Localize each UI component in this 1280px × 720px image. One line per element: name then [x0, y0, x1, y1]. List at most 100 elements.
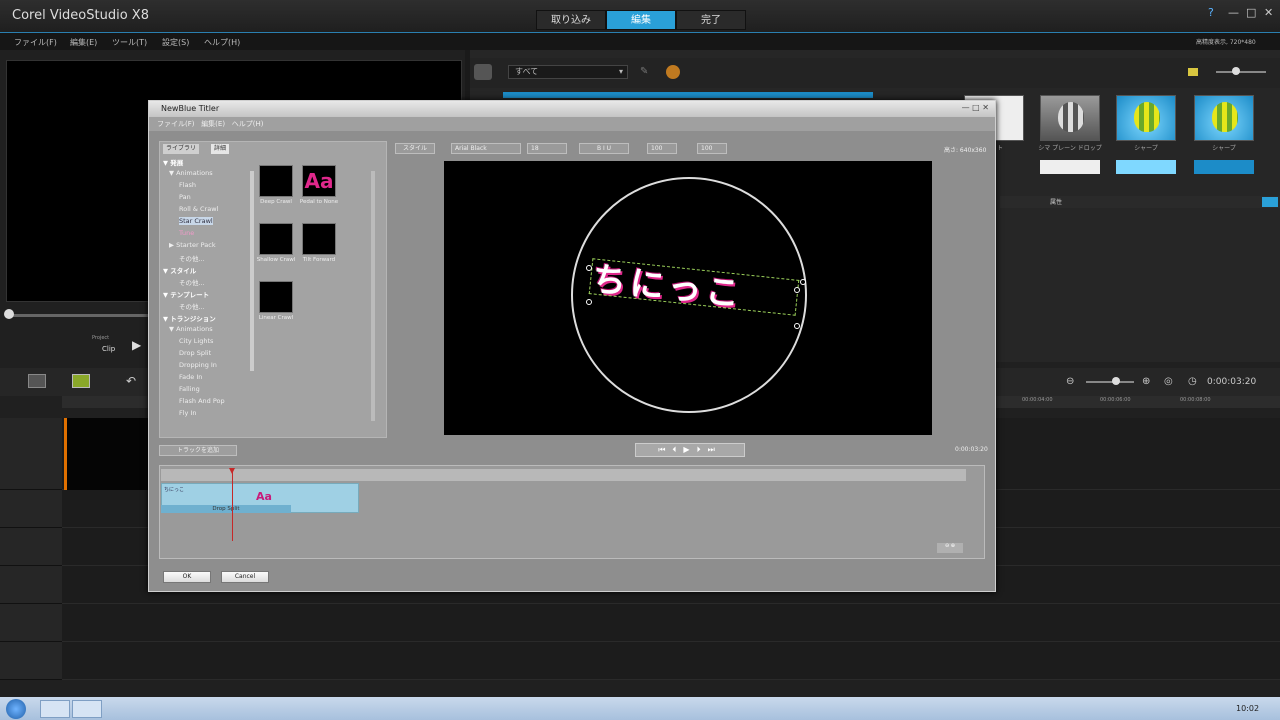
- dialog-menu-edit[interactable]: 編集(E): [201, 120, 225, 128]
- resize-handle[interactable]: [794, 323, 800, 329]
- rotate-handle[interactable]: [800, 279, 806, 285]
- tree-item[interactable]: Tune: [179, 229, 194, 237]
- title-canvas[interactable]: ちにっこ: [444, 161, 932, 435]
- font-size-select[interactable]: 18: [527, 143, 567, 154]
- attribute-label[interactable]: 属性: [1050, 197, 1062, 206]
- tree-item[interactable]: ▶ Starter Pack: [169, 241, 216, 249]
- minimize-icon[interactable]: —: [1228, 6, 1239, 19]
- dialog-zoom-controls[interactable]: ⊖ ⊕: [937, 543, 963, 553]
- animation-thumb-pedal-to-none[interactable]: Aa: [302, 165, 336, 197]
- play-icon[interactable]: ▶: [132, 338, 141, 352]
- thumbnail-scrollbar[interactable]: [371, 171, 375, 421]
- maximize-icon[interactable]: □: [1246, 6, 1256, 19]
- library-thumb-3[interactable]: [1116, 95, 1176, 141]
- menu-help[interactable]: ヘルプ(H): [204, 37, 240, 48]
- tree-item[interactable]: Falling: [179, 385, 200, 393]
- dialog-menu-help[interactable]: ヘルプ(H): [232, 120, 264, 128]
- music-track[interactable]: [62, 604, 1280, 642]
- tree-item[interactable]: Fade In: [179, 373, 202, 381]
- media-library-icon[interactable]: [474, 64, 492, 80]
- fit-project-icon[interactable]: ◎: [1164, 376, 1173, 387]
- library-thumb-2[interactable]: [1040, 95, 1100, 141]
- dialog-menu-file[interactable]: ファイル(F): [157, 120, 195, 128]
- menu-tools[interactable]: ツール(T): [112, 37, 147, 48]
- music-track-header[interactable]: [0, 604, 62, 642]
- undo-icon[interactable]: ↶: [126, 374, 136, 388]
- text-format-buttons[interactable]: B I U: [579, 143, 629, 154]
- close-icon[interactable]: ✕: [1264, 6, 1273, 19]
- tree-item[interactable]: Dropping In: [179, 361, 217, 369]
- menu-edit[interactable]: 編集(E): [70, 37, 97, 48]
- tree-item[interactable]: ▼ トランジション: [163, 313, 216, 323]
- playback-controls[interactable]: ⏮⏴▶⏵⏭: [635, 443, 745, 457]
- dialog-window-controls[interactable]: — □ ✕: [962, 103, 989, 112]
- font-select[interactable]: Arial Black: [451, 143, 521, 154]
- zoom-in-icon[interactable]: ⊕: [1142, 376, 1150, 387]
- tree-item[interactable]: ▼ テンプレート: [163, 289, 209, 299]
- get-more-icon[interactable]: [666, 65, 680, 79]
- clip-mode-label[interactable]: Clip: [102, 345, 115, 353]
- project-mode-label[interactable]: Project: [92, 335, 109, 341]
- taskbar-item-titler[interactable]: [72, 700, 102, 718]
- tree-item[interactable]: その他...: [179, 301, 205, 311]
- thumbnail-size-slider[interactable]: [1216, 71, 1266, 73]
- scrubber-handle[interactable]: [4, 309, 14, 319]
- filter-icon[interactable]: ✎: [640, 66, 648, 77]
- title-track-header[interactable]: [0, 528, 62, 566]
- tree-item[interactable]: その他...: [179, 253, 205, 263]
- dialog-ruler[interactable]: [161, 469, 966, 481]
- tab-library[interactable]: ライブラリ: [163, 144, 200, 154]
- style-button[interactable]: スタイル: [395, 143, 435, 154]
- timeline-view-icon[interactable]: [72, 374, 90, 388]
- animation-thumb-tilt-forward[interactable]: [302, 223, 336, 255]
- animation-thumb-linear-crawl[interactable]: [259, 281, 293, 313]
- library-thumb-5[interactable]: [1040, 160, 1100, 174]
- tree-item[interactable]: その他...: [179, 277, 205, 287]
- library-thumb-4[interactable]: [1194, 95, 1254, 141]
- tree-item[interactable]: Pan: [179, 193, 191, 201]
- resize-handle[interactable]: [794, 287, 800, 293]
- video-track-header[interactable]: [0, 418, 62, 490]
- tree-item[interactable]: Flash And Pop: [179, 397, 225, 405]
- cancel-button[interactable]: Cancel: [221, 571, 269, 583]
- tree-item[interactable]: ▼ 発展: [163, 157, 183, 167]
- tab-details[interactable]: 詳細: [211, 144, 230, 154]
- tree-item[interactable]: ▼ Animations: [169, 169, 213, 177]
- expand-options-icon[interactable]: [1262, 197, 1278, 207]
- ok-button[interactable]: OK: [163, 571, 211, 583]
- menu-settings[interactable]: 設定(S): [162, 37, 189, 48]
- library-thumb-7[interactable]: [1194, 160, 1254, 174]
- animation-thumb-shallow-crawl[interactable]: [259, 223, 293, 255]
- playhead-line[interactable]: [232, 469, 233, 541]
- resize-handle[interactable]: [586, 299, 592, 305]
- video-clip[interactable]: [64, 418, 154, 490]
- leading-field[interactable]: 100: [697, 143, 727, 154]
- voice-track-header[interactable]: [0, 566, 62, 604]
- animation-thumb-deep-crawl[interactable]: [259, 165, 293, 197]
- tab-share[interactable]: 完了: [676, 10, 746, 30]
- system-clock[interactable]: 10:02: [1236, 704, 1259, 713]
- tree-item[interactable]: Roll & Crawl: [179, 205, 218, 213]
- track-effect-bar[interactable]: Drop Split: [161, 505, 291, 513]
- music-track-2[interactable]: [62, 642, 1280, 680]
- zoom-slider-handle[interactable]: [1112, 377, 1120, 385]
- tree-item[interactable]: City Lights: [179, 337, 213, 345]
- library-thumb-6[interactable]: [1116, 160, 1176, 174]
- tab-edit[interactable]: 編集: [606, 10, 676, 30]
- thumbnail-size-handle[interactable]: [1232, 67, 1240, 75]
- menu-file[interactable]: ファイル(F): [14, 37, 57, 48]
- tree-item[interactable]: Drop Split: [179, 349, 211, 357]
- tree-item[interactable]: Flash: [179, 181, 196, 189]
- start-button[interactable]: [6, 699, 26, 719]
- tracking-field[interactable]: 100: [647, 143, 677, 154]
- tree-item[interactable]: ▼ Animations: [169, 325, 213, 333]
- resize-handle[interactable]: [586, 265, 592, 271]
- zoom-out-icon[interactable]: ⊖: [1066, 376, 1074, 387]
- tree-item[interactable]: Fly In: [179, 409, 197, 417]
- tree-item[interactable]: ▼ スタイル: [163, 265, 196, 275]
- tab-capture[interactable]: 取り込み: [536, 10, 606, 30]
- taskbar-item-videostudio[interactable]: [40, 700, 70, 718]
- tree-item[interactable]: Star Crawl: [179, 217, 213, 225]
- storyboard-view-icon[interactable]: [28, 374, 46, 388]
- library-category-select[interactable]: すべて ▾: [508, 65, 628, 79]
